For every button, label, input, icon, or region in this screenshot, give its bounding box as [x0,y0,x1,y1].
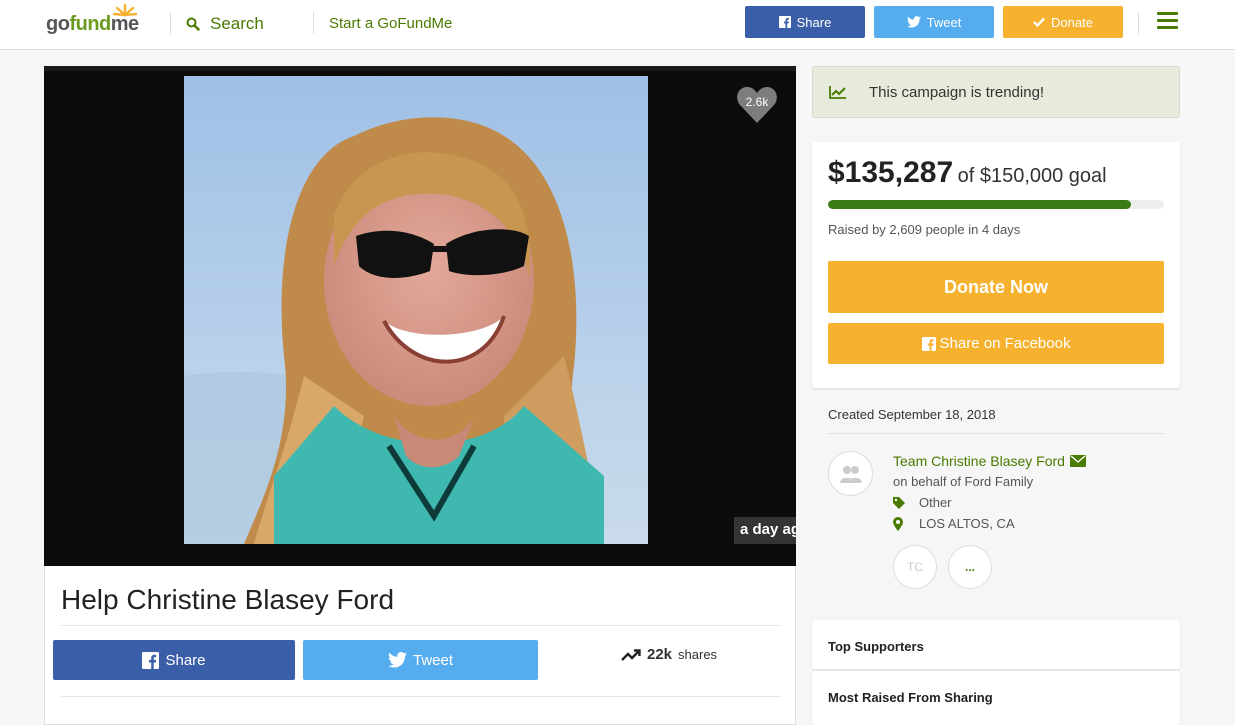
divider [828,433,1164,434]
logo-wordmark: gofundme [46,13,139,35]
divider [170,12,171,34]
campaign-photo[interactable] [184,76,648,544]
header-tweet-label: Tweet [926,14,962,30]
top-nav: gofundme Search Start a GoFundMe Share T… [0,0,1235,50]
trending-banner: This campaign is trending! [812,66,1180,118]
time-badge: a day ago [734,517,796,544]
donate-now-button[interactable]: Donate Now [828,261,1164,313]
search-button[interactable]: Search [186,13,264,35]
campaign-media: 2.6k a day ago [44,66,796,566]
header-donate-label: Donate [1051,14,1093,30]
team-member-avatar[interactable]: TC [893,545,937,589]
start-gofundme-link[interactable]: Start a GoFundMe [329,15,452,32]
shares-label: shares [678,647,718,662]
divider [61,625,781,626]
share-on-facebook-button[interactable]: Share on Facebook [828,323,1164,364]
amount-raised: $135,287 of $150,000 goal [828,156,1107,190]
like-heart-button[interactable]: 2.6k [736,85,778,125]
progress-bar [828,200,1164,209]
trending-text: This campaign is trending! [869,83,1045,101]
facebook-icon [921,336,936,351]
campaign-title: Help Christine Blasey Ford [61,584,395,615]
group-icon [839,465,862,483]
organizer-name-label: Team Christine Blasey Ford [893,453,1065,469]
progress-fill [828,200,1132,209]
shares-number: 22k [647,646,673,663]
raised-by-text: Raised by 2,609 people in 4 days [828,222,1021,237]
facebook-share-label: Share [165,651,206,669]
facebook-share-button[interactable]: Share [53,640,295,680]
most-raised-from-sharing-heading: Most Raised From Sharing [812,671,1180,725]
goal-value: of $150,000 goal [957,165,1107,187]
twitter-tweet-label: Tweet [412,651,454,669]
trending-up-icon [621,648,641,661]
category-label: Other [919,495,952,510]
header-share-button[interactable]: Share [745,6,865,38]
amount-value: $135,287 [828,156,954,189]
heart-count: 2.6k [745,95,769,109]
shares-count: 22k shares [621,646,717,663]
header-tweet-button[interactable]: Tweet [874,6,994,38]
category-row: Other [893,495,952,510]
campaign-title-card: Help Christine Blasey Ford Share Tweet 2… [44,566,796,725]
map-marker-icon [893,516,903,531]
divider [313,12,314,34]
created-date: Created September 18, 2018 [828,407,996,422]
header-share-label: Share [796,14,832,30]
share-on-facebook-label: Share on Facebook [939,335,1071,352]
top-supporters-heading: Top Supporters [812,620,1180,669]
organizer-name[interactable]: Team Christine Blasey Ford [893,453,1086,469]
location-label: LOS ALTOS, CA [919,516,1015,531]
tag-icon [893,496,905,509]
envelope-icon[interactable] [1069,455,1086,467]
check-icon [1033,17,1045,27]
divider [61,696,781,697]
location-row: LOS ALTOS, CA [893,516,1015,531]
divider [1138,12,1139,34]
on-behalf-of: on behalf of Ford Family [893,474,1034,489]
hamburger-menu-icon[interactable] [1157,12,1178,30]
twitter-tweet-button[interactable]: Tweet [303,640,538,680]
header-donate-button[interactable]: Donate [1003,6,1123,38]
twitter-icon [387,652,407,668]
facebook-icon [778,16,791,28]
trending-chart-icon [829,86,846,99]
organizer-avatar[interactable] [828,451,873,496]
gofundme-logo[interactable]: gofundme [46,3,156,39]
facebook-icon [142,651,160,669]
more-team-members-button[interactable]: ... [948,545,992,589]
search-icon [186,17,200,31]
portrait-image [184,76,648,544]
donation-goal-card: $135,287 of $150,000 goal Raised by 2,60… [812,142,1180,388]
twitter-icon [906,16,921,28]
search-label: Search [210,14,264,33]
